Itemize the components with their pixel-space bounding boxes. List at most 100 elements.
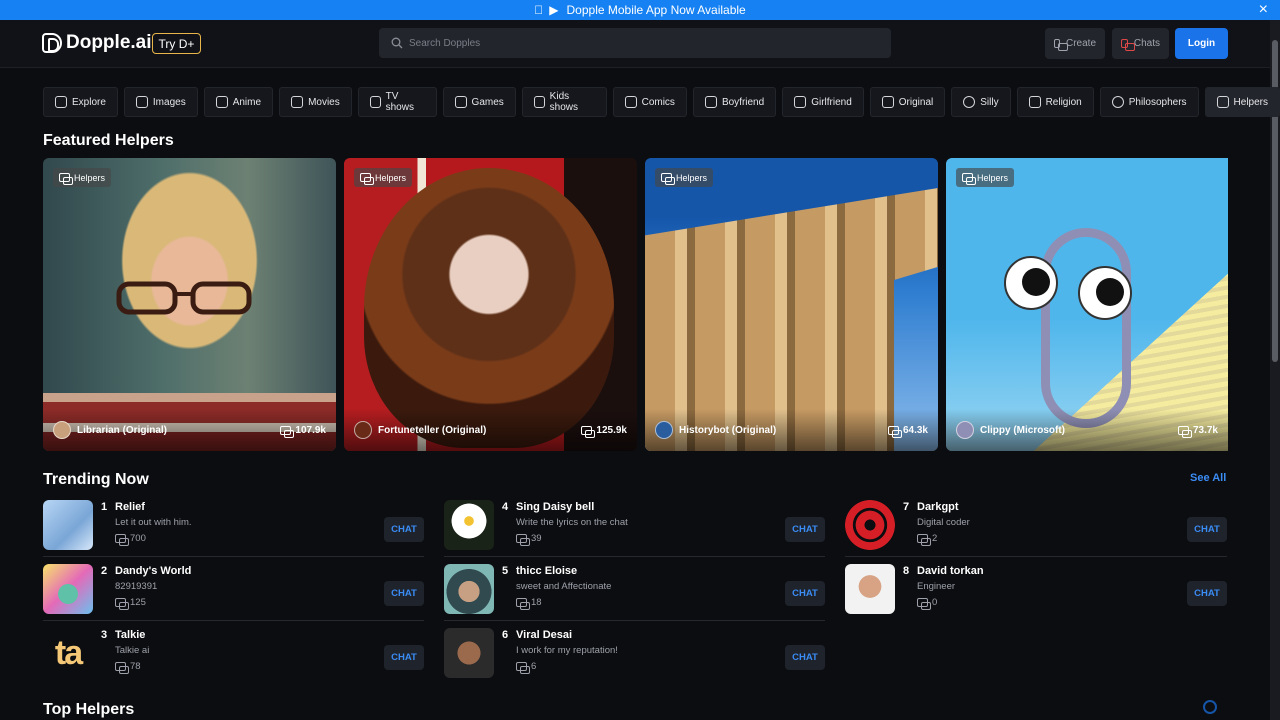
search-input[interactable] — [409, 37, 869, 49]
category-explore[interactable]: Explore — [43, 87, 118, 117]
trending-row[interactable]: 7 Darkgpt Digital coder 2 CHAT — [845, 493, 1227, 557]
rank-number: 5 — [502, 564, 509, 577]
character-name[interactable]: Talkie — [115, 629, 145, 641]
character-name[interactable]: Sing Daisy bell — [516, 501, 594, 513]
search-bar[interactable] — [379, 28, 891, 58]
character-thumbnail[interactable] — [845, 499, 895, 550]
card-name: Clippy (Microsoft) — [980, 424, 1065, 436]
character-thumbnail[interactable]: ta — [43, 628, 93, 678]
tag-label: Helpers — [375, 172, 407, 183]
category-silly[interactable]: Silly — [951, 87, 1011, 117]
category-kids-shows[interactable]: Kids shows — [521, 87, 607, 117]
trending-row[interactable]: 5 thicc Eloise sweet and Affectionate 18… — [444, 557, 825, 621]
trending-row[interactable]: 8 David torkan Engineer 0 CHAT — [845, 557, 1227, 621]
chat-count: 64.3k — [887, 424, 928, 438]
chat-button[interactable]: CHAT — [384, 516, 424, 542]
see-all-link[interactable]: See All — [1190, 472, 1226, 484]
row-info: 8 David torkan Engineer 0 CHAT — [903, 564, 1227, 614]
count-value: 107.9k — [295, 424, 326, 436]
settings-icon[interactable] — [1203, 700, 1217, 714]
create-button[interactable]: Create — [1045, 28, 1105, 59]
featured-title: Featured Helpers — [43, 132, 174, 149]
character-description: Digital coder — [917, 516, 970, 528]
close-icon[interactable]: × — [1259, 1, 1268, 19]
gamepad-icon — [454, 96, 467, 108]
trending-row[interactable]: 4 Sing Daisy bell Write the lyrics on th… — [444, 493, 825, 557]
count-value: 125.9k — [596, 424, 627, 436]
row-info: 7 Darkgpt Digital coder 2 CHAT — [903, 500, 1227, 550]
rank-number: 2 — [101, 564, 108, 577]
featured-card[interactable]: Helpers Fortuneteller (Original) 125.9k — [344, 158, 637, 451]
chat-button[interactable]: CHAT — [785, 580, 825, 606]
chat-bubble-icon — [581, 425, 596, 438]
chat-bubble-icon — [516, 597, 530, 610]
category-tag: Helpers — [53, 168, 112, 187]
row-info: 5 thicc Eloise sweet and Affectionate 18… — [502, 564, 825, 614]
trending-column: 7 Darkgpt Digital coder 2 CHAT 8 David t… — [845, 493, 1227, 685]
character-description: Engineer — [917, 581, 956, 592]
category-original[interactable]: Original — [869, 87, 946, 117]
category-boyfriend[interactable]: Boyfriend — [692, 87, 777, 117]
trending-row[interactable]: 6 Viral Desai I work for my reputation! … — [444, 621, 825, 685]
category-images[interactable]: Images — [123, 87, 198, 117]
count-value: 64.3k — [902, 424, 928, 436]
character-name[interactable]: David torkan — [917, 565, 984, 577]
chat-button[interactable]: CHAT — [1187, 581, 1227, 606]
character-name[interactable]: Viral Desai — [516, 629, 572, 641]
avatar — [655, 421, 673, 439]
character-thumbnail[interactable] — [444, 563, 494, 614]
category-comics[interactable]: Comics — [612, 87, 687, 117]
app-banner[interactable]:  ▶ Dopple Mobile App Now Available × — [0, 0, 1280, 20]
helpers-icon — [1216, 96, 1229, 108]
featured-card[interactable]: Helpers Historybot (Original) 64.3k — [645, 158, 938, 451]
character-name[interactable]: thicc Eloise — [516, 565, 577, 577]
trending-row[interactable]: ta 3 Talkie Talkie ai 78 CHAT — [43, 621, 424, 685]
category-label: Comics — [641, 96, 675, 108]
category-religion[interactable]: Religion — [1016, 87, 1094, 117]
try-plus-button[interactable]: Try D+ — [152, 33, 201, 54]
rocket-icon — [55, 96, 67, 108]
eye-graphic — [1078, 266, 1132, 320]
trending-list: 1 Relief Let it out with him. 700 CHAT 2… — [43, 493, 1227, 685]
category-philosophers[interactable]: Philosophers — [1099, 87, 1199, 117]
character-name[interactable]: Relief — [115, 501, 145, 513]
chat-button[interactable]: CHAT — [384, 580, 424, 606]
chat-button[interactable]: CHAT — [1187, 516, 1227, 542]
login-button[interactable]: Login — [1175, 28, 1228, 59]
platform-icons:  ▶ — [534, 3, 558, 17]
featured-card[interactable]: Helpers Librarian (Original) 107.9k — [43, 158, 336, 451]
character-name[interactable]: Darkgpt — [917, 501, 959, 513]
trending-row[interactable]: 1 Relief Let it out with him. 700 CHAT — [43, 493, 424, 557]
character-thumbnail[interactable] — [43, 563, 93, 614]
chat-button[interactable]: CHAT — [785, 645, 825, 670]
chats-button[interactable]: Chats — [1112, 28, 1169, 59]
character-thumbnail[interactable] — [845, 564, 895, 614]
character-thumbnail[interactable] — [43, 499, 93, 550]
category-anime[interactable]: Anime — [203, 87, 274, 117]
banner-text[interactable]: Dopple Mobile App Now Available — [567, 3, 746, 17]
chat-button[interactable]: CHAT — [785, 516, 825, 542]
category-movies[interactable]: Movies — [279, 87, 352, 117]
create-label: Create — [1065, 38, 1096, 49]
page-scrollbar[interactable] — [1270, 20, 1280, 720]
portrait-graphic — [364, 168, 614, 448]
trending-row[interactable]: 2 Dandy's World 82919391 125 CHAT — [43, 557, 424, 621]
helpers-icon — [360, 173, 374, 185]
character-description: Let it out with him. — [115, 516, 192, 528]
category-helpers[interactable]: Helpers — [1204, 87, 1280, 117]
logo[interactable]: Dopple.ai — [42, 32, 152, 54]
character-thumbnail[interactable] — [444, 628, 494, 678]
category-games[interactable]: Games — [442, 87, 516, 117]
tag-label: Helpers — [74, 172, 106, 183]
chat-count: 18 — [516, 597, 542, 610]
category-girlfriend[interactable]: Girlfriend — [782, 87, 864, 117]
rank-number: 4 — [502, 500, 509, 513]
character-thumbnail[interactable] — [444, 499, 494, 550]
character-name[interactable]: Dandy's World — [115, 565, 191, 577]
chat-button[interactable]: CHAT — [384, 645, 424, 670]
create-icon — [1054, 39, 1068, 51]
featured-card[interactable]: Helpers Clippy (Microsoft) 73.7k — [946, 158, 1228, 451]
category-tag: Helpers — [655, 168, 714, 187]
category-tv-shows[interactable]: TV shows — [357, 87, 437, 117]
tag-label: Helpers — [676, 172, 708, 183]
